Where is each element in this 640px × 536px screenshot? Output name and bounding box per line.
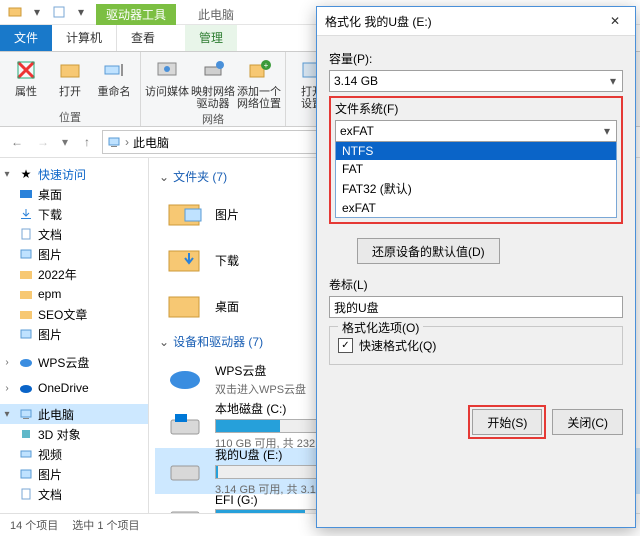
check-icon: ✓ [338, 338, 353, 353]
qat-dropdown[interactable]: ▾ [28, 3, 46, 21]
tab-manage[interactable]: 管理 [185, 25, 237, 51]
cube-icon [18, 426, 34, 442]
restore-defaults-button[interactable]: 还原设备的默认值(D) [357, 238, 500, 264]
tab-computer[interactable]: 计算机 [52, 25, 117, 51]
annotation-fs-box: 文件系统(F) exFAT▾ NTFS FAT FAT32 (默认) exFAT [329, 96, 623, 224]
sidebar-item[interactable]: epm [38, 287, 61, 301]
sidebar-item[interactable]: 图片 [38, 326, 62, 343]
ribbon-open[interactable]: 打开 [50, 56, 90, 98]
chevron-down-icon: ▾ [604, 71, 622, 91]
crumb-this-pc[interactable]: 此电脑 [133, 134, 169, 151]
volume-label-input[interactable]: 我的U盘 [329, 296, 623, 318]
qat-btn1[interactable] [50, 3, 68, 21]
sidebar-onedrive[interactable]: OneDrive [38, 381, 89, 395]
ribbon-access-media[interactable]: 访问媒体 [145, 56, 189, 98]
ribbon-properties[interactable]: 属性 [4, 56, 48, 98]
quick-format-checkbox[interactable]: ✓ 快速格式化(Q) [338, 337, 614, 354]
dialog-close-button[interactable]: ✕ [603, 11, 627, 31]
ribbon-map-network-drive[interactable]: 映射网络 驱动器 [191, 56, 235, 110]
sidebar-item[interactable]: 视频 [38, 446, 62, 463]
fs-option[interactable]: FAT [336, 160, 616, 178]
sidebar-item[interactable]: 下载 [38, 206, 62, 223]
sidebar-quick-access[interactable]: 快速访问 [38, 166, 86, 183]
pc-icon [107, 135, 121, 149]
sidebar-item[interactable]: 文档 [38, 486, 62, 503]
sidebar-item[interactable]: 3D 对象 [38, 426, 81, 443]
format-dialog: 格式化 我的U盘 (E:) ✕ 容量(P): 3.14 GB▾ 文件系统(F) … [316, 6, 636, 528]
ribbon-group-network: 网络 [202, 110, 224, 128]
qat-btn2[interactable]: ▾ [72, 3, 90, 21]
fs-option[interactable]: FAT32 (默认) [336, 178, 616, 199]
dialog-title: 格式化 我的U盘 (E:) [325, 13, 603, 30]
capacity-label: 容量(P): [329, 50, 623, 67]
volume-label-label: 卷标(L) [329, 276, 623, 293]
download-icon [18, 206, 34, 222]
doc-icon [18, 486, 34, 502]
sidebar-item[interactable]: SEO文章 [38, 306, 87, 323]
sidebar-item[interactable]: 文档 [38, 226, 62, 243]
folder-icon [18, 286, 34, 302]
cloud-icon [18, 354, 34, 370]
nav-tree: ▾★快速访问 桌面 下载 文档 图片 2022年 epm SEO文章 图片 ›W… [0, 158, 149, 513]
picture-icon [18, 326, 34, 342]
video-icon [18, 446, 34, 462]
explorer-icon [6, 3, 24, 21]
folder-icon [18, 266, 34, 282]
sidebar-item[interactable]: 图片 [38, 466, 62, 483]
close-dialog-button[interactable]: 关闭(C) [552, 409, 623, 435]
nav-back[interactable]: ← [6, 131, 28, 153]
file-tab[interactable]: 文件 [0, 25, 52, 51]
pc-icon [18, 406, 34, 422]
chevron-down-icon: ▾ [598, 121, 616, 141]
capacity-select[interactable]: 3.14 GB▾ [329, 70, 623, 92]
tab-view[interactable]: 查看 [117, 25, 169, 51]
ribbon-rename[interactable]: 重命名 [92, 56, 136, 98]
sidebar-this-pc[interactable]: 此电脑 [38, 406, 74, 423]
doc-icon [18, 226, 34, 242]
chevron-right-icon: › [125, 135, 129, 149]
desktop-icon [18, 186, 34, 202]
filesystem-dropdown-list: NTFS FAT FAT32 (默认) exFAT [335, 141, 617, 218]
ribbon-add-network-location[interactable]: +添加一个 网络位置 [237, 56, 281, 110]
nav-up[interactable]: ↑ [76, 131, 98, 153]
star-icon: ★ [18, 166, 34, 182]
nav-forward[interactable]: → [32, 131, 54, 153]
start-button[interactable]: 开始(S) [472, 409, 542, 435]
ribbon-group-location: 位置 [59, 108, 81, 126]
sidebar-item[interactable]: 桌面 [38, 186, 62, 203]
svg-text:+: + [264, 61, 269, 70]
sidebar-item[interactable]: 图片 [38, 246, 62, 263]
fs-option[interactable]: exFAT [336, 199, 616, 217]
filesystem-select[interactable]: exFAT▾ [335, 120, 617, 142]
folder-icon [18, 306, 34, 322]
sidebar-wps[interactable]: WPS云盘 [38, 354, 89, 371]
nav-recent[interactable]: ▾ [58, 131, 72, 153]
location-title: 此电脑 [188, 4, 244, 25]
picture-icon [18, 466, 34, 482]
sidebar-item[interactable]: 2022年 [38, 266, 77, 283]
context-tab-drive-tools: 驱动器工具 [96, 4, 176, 25]
format-options-label: 格式化选项(O) [338, 319, 423, 336]
onedrive-icon [18, 380, 34, 396]
filesystem-label: 文件系统(F) [335, 100, 617, 117]
fs-option[interactable]: NTFS [336, 142, 616, 160]
picture-icon [18, 246, 34, 262]
